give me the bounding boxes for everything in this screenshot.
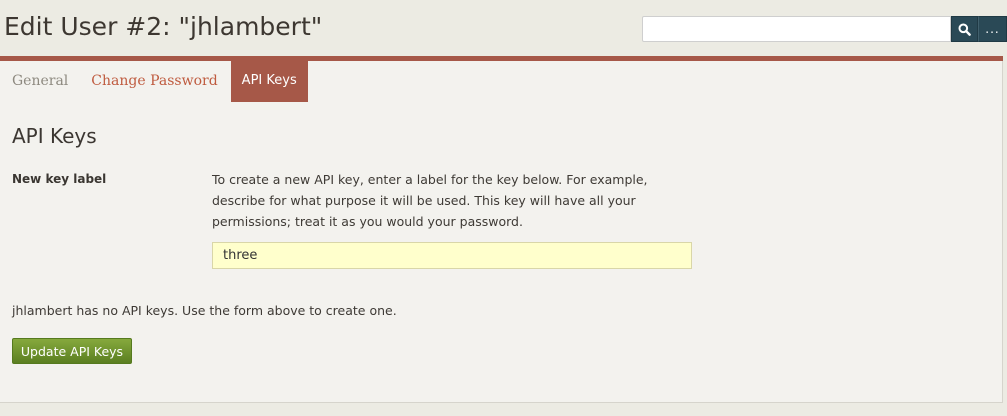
tab-change-password[interactable]: Change Password [80,61,229,102]
search-input[interactable] [642,16,951,42]
empty-keys-message: jhlambert has no API keys. Use the form … [12,303,397,318]
help-text: To create a new API key, enter a label f… [212,172,648,229]
update-api-keys-button[interactable]: Update API Keys [12,338,132,364]
page-title: Edit User #2: "jhlambert" [4,12,323,41]
new-key-label: New key label [12,172,107,186]
search-options-button[interactable]: ... [978,16,1007,42]
tab-bar: General Change Password API Keys [0,61,308,102]
main-panel: General Change Password API Keys API Key… [0,61,1003,403]
new-key-input[interactable] [212,242,692,269]
tab-api-keys[interactable]: API Keys [230,61,308,102]
tab-general[interactable]: General [0,61,80,102]
search-button[interactable] [951,16,978,42]
search-bar: ... [642,16,1007,42]
section-heading: API Keys [12,124,97,148]
search-icon [958,23,971,36]
